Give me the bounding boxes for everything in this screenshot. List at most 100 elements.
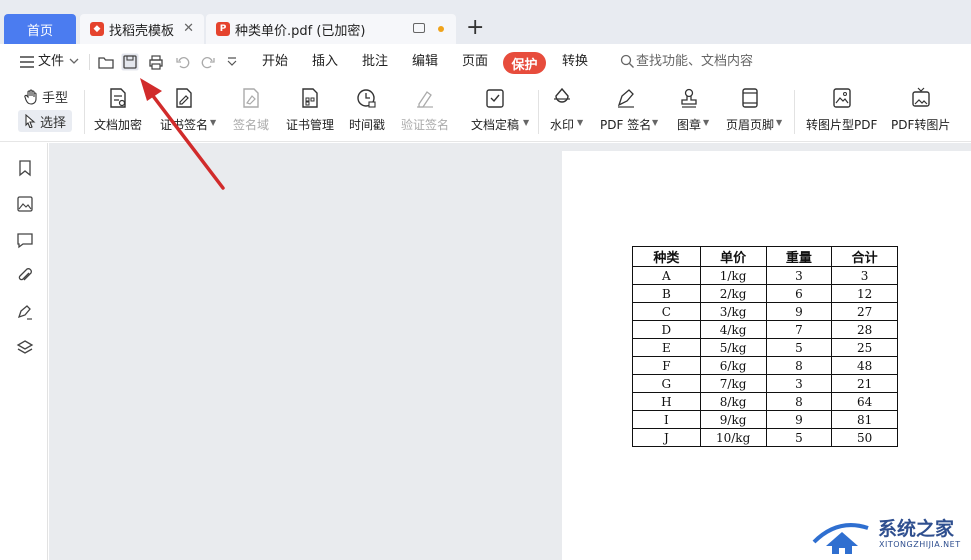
hand-tool[interactable]: 手型 — [24, 87, 68, 106]
new-tab-plus-icon[interactable]: + — [466, 14, 484, 42]
menu-convert[interactable]: 转换 — [562, 52, 588, 72]
layers-icon[interactable] — [16, 339, 34, 357]
menu-annotate[interactable]: 批注 — [362, 52, 388, 72]
table-cell: 9 — [765, 410, 833, 429]
save-icon[interactable] — [121, 53, 139, 71]
doc-lock-icon — [110, 88, 126, 108]
open-folder-icon[interactable] — [97, 53, 115, 71]
to-image-pdf-button[interactable]: 转图片型PDF — [806, 86, 877, 133]
menu-edit[interactable]: 编辑 — [412, 52, 438, 72]
cert-sign-icon — [176, 88, 192, 108]
tab-bar: 首页 ◆ 找稻壳模板 ✕ P 种类单价.pdf (已加密) + — [0, 0, 971, 44]
dropdown-caret-icon[interactable]: ▼ — [523, 118, 529, 127]
timestamp-label: 时间戳 — [349, 118, 386, 132]
hamburger-menu-icon[interactable] — [18, 53, 36, 71]
redo-icon[interactable] — [199, 53, 217, 71]
divider — [89, 54, 90, 70]
menu-protect[interactable]: 保护 — [503, 52, 546, 74]
table-cell: 50 — [831, 428, 898, 447]
search-icon[interactable] — [620, 54, 635, 69]
menu-start[interactable]: 开始 — [262, 52, 288, 72]
table-cell: 3/kg — [699, 302, 767, 321]
select-tool[interactable]: 选择 — [18, 110, 72, 132]
watermark-label: 水印 — [550, 118, 575, 132]
doc-encrypt-button[interactable]: 文档加密 — [94, 86, 142, 133]
table-cell: 64 — [831, 392, 898, 411]
table-cell: 48 — [831, 356, 898, 375]
sign-field-icon — [243, 88, 259, 108]
table-cell: 3 — [765, 266, 833, 285]
comment-icon[interactable] — [16, 231, 34, 249]
pdf-sign-label: PDF 签名 — [600, 118, 652, 132]
dropdown-caret-icon[interactable]: ▼ — [577, 118, 583, 127]
table-cell: 25 — [831, 338, 898, 357]
more-chevron-icon[interactable] — [225, 55, 239, 69]
thumbnail-image-icon[interactable] — [16, 195, 34, 213]
table-row: G 7/kg 3 21 — [632, 374, 898, 393]
menu-page[interactable]: 页面 — [462, 52, 488, 72]
stamp-button[interactable]: 图章 — [677, 86, 701, 133]
table-cell: 6/kg — [699, 356, 767, 375]
header-footer-icon — [742, 88, 758, 108]
signature-pen-icon[interactable] — [16, 303, 34, 321]
table-cell: 9 — [765, 302, 833, 321]
cert-manage-button[interactable]: 证书管理 — [286, 86, 334, 133]
menu-file[interactable]: 文件 — [38, 52, 64, 72]
table-cell: H — [632, 392, 701, 411]
dropdown-caret-icon[interactable]: ▼ — [703, 118, 709, 127]
pdf-sign-button[interactable]: PDF 签名 — [600, 86, 651, 133]
verify-sign-button[interactable]: 验证签名 — [401, 86, 449, 133]
attachment-paperclip-icon[interactable] — [16, 267, 34, 285]
chevron-down-icon[interactable] — [68, 55, 80, 67]
header-footer-button[interactable]: 页眉页脚 — [726, 86, 774, 133]
verify-sign-label: 验证签名 — [401, 118, 450, 132]
undo-icon[interactable] — [174, 53, 192, 71]
table-cell: B — [632, 284, 701, 303]
search-placeholder[interactable]: 查找功能、文档内容 — [636, 52, 753, 72]
cert-sign-button[interactable]: 证书签名 — [160, 86, 208, 133]
tab-template[interactable]: ◆ 找稻壳模板 ✕ — [80, 14, 204, 44]
table-cell: E — [632, 338, 701, 357]
print-icon[interactable] — [147, 53, 165, 71]
watermark-logo: 系统之家 XITONGZHIJIA.NET — [806, 509, 971, 560]
table-row: E 5/kg 5 25 — [632, 338, 898, 357]
tab-home[interactable]: 首页 — [4, 14, 76, 44]
divider — [794, 90, 795, 134]
image-pdf-icon — [832, 88, 851, 108]
pdf-to-image-icon — [911, 87, 930, 107]
monitor-icon[interactable] — [413, 23, 425, 33]
pdf-to-image-button[interactable]: PDF转图片 — [891, 86, 950, 133]
table-cell: 9/kg — [699, 410, 767, 429]
verify-sign-icon — [417, 91, 433, 108]
table-cell: D — [632, 320, 701, 339]
doc-finalize-label: 文档定稿 — [471, 118, 520, 132]
table-cell: C — [632, 302, 701, 321]
doc-finalize-button[interactable]: 文档定稿 — [471, 86, 519, 133]
stamp-icon — [681, 88, 697, 108]
doc-check-icon — [486, 89, 504, 108]
table-row: B 2/kg 6 12 — [632, 284, 898, 303]
table-cell: 21 — [831, 374, 898, 393]
bookmark-icon[interactable] — [16, 159, 34, 177]
menu-bar: 文件 开始 插入 批注 编辑 页面 转换 查找功能、文档内容 — [0, 44, 971, 80]
left-sidebar — [0, 143, 48, 560]
col-header: 单价 — [699, 246, 767, 267]
menu-insert[interactable]: 插入 — [312, 52, 338, 72]
dropdown-caret-icon[interactable]: ▼ — [776, 118, 782, 127]
table-cell: G — [632, 374, 701, 393]
sign-field-label: 签名域 — [233, 118, 270, 132]
col-header: 合计 — [831, 246, 898, 267]
close-icon[interactable]: ✕ — [183, 21, 194, 36]
watermark-title: 系统之家 — [878, 518, 955, 540]
sign-field-button[interactable]: 签名域 — [233, 86, 269, 133]
ribbon-toolbar: 手型 选择 文档加密 证书签名 ▼ 签名域 证书管理 时间戳 验证签名 文档定稿… — [0, 80, 971, 142]
watermark-button[interactable]: 水印 — [550, 86, 574, 133]
data-table: 种类 单价 重量 合计 A 1/kg 3 3 B 2/kg 6 12 C 3/kg 9 27 D 4/kg… — [632, 246, 898, 447]
watermark-url: XITONGZHIJIA.NET — [879, 540, 961, 549]
dropdown-caret-icon[interactable]: ▼ — [652, 118, 658, 127]
timestamp-button[interactable]: 时间戳 — [349, 86, 385, 133]
table-cell: 7 — [765, 320, 833, 339]
stamp-label: 图章 — [677, 118, 702, 132]
dropdown-caret-icon[interactable]: ▼ — [210, 118, 216, 127]
table-cell: 3 — [765, 374, 833, 393]
